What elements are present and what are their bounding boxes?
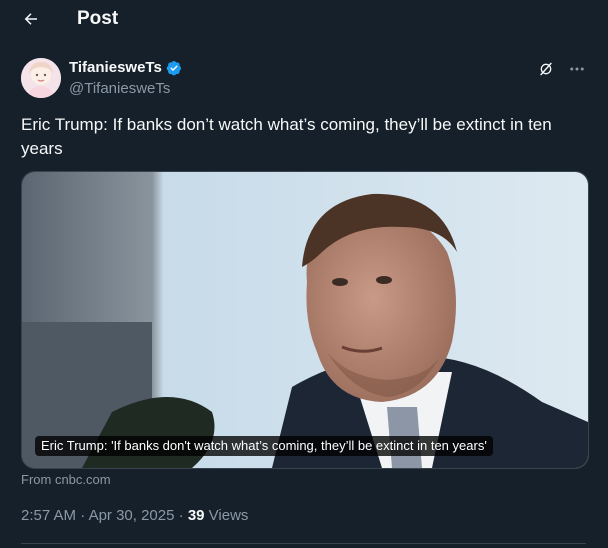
post-metadata: 2:57 AM · Apr 30, 2025 · 39 Views <box>21 507 248 524</box>
card-caption: Eric Trump: 'If banks don't watch what’s… <box>35 436 493 456</box>
post-date[interactable]: Apr 30, 2025 <box>89 507 175 524</box>
meta-separator: · <box>76 507 89 524</box>
meta-separator: · <box>174 507 188 524</box>
grok-icon[interactable] <box>538 61 554 77</box>
post-text: Eric Trump: If banks don’t watch what’s … <box>21 115 552 158</box>
avatar[interactable] <box>21 58 61 98</box>
post-author: TifaniesweTs @TifaniesweTs <box>21 58 182 98</box>
post-actions <box>538 60 586 78</box>
divider <box>21 543 586 544</box>
verified-badge-icon <box>166 61 181 76</box>
display-name[interactable]: TifaniesweTs <box>69 59 162 77</box>
post-time[interactable]: 2:57 AM <box>21 507 76 524</box>
avatar-image <box>21 58 61 98</box>
card-image <box>22 172 588 468</box>
top-bar: Post <box>0 0 608 38</box>
more-icon[interactable] <box>568 60 586 78</box>
page-title: Post <box>77 8 119 29</box>
link-card[interactable]: Eric Trump: 'If banks don't watch what’s… <box>21 171 589 469</box>
back-arrow-icon[interactable] <box>22 10 40 28</box>
views-count: 39 <box>187 507 205 524</box>
user-handle[interactable]: @TifaniesweTs <box>69 80 182 98</box>
card-source[interactable]: From cnbc.com <box>21 472 111 487</box>
views-label: Views <box>204 507 249 524</box>
